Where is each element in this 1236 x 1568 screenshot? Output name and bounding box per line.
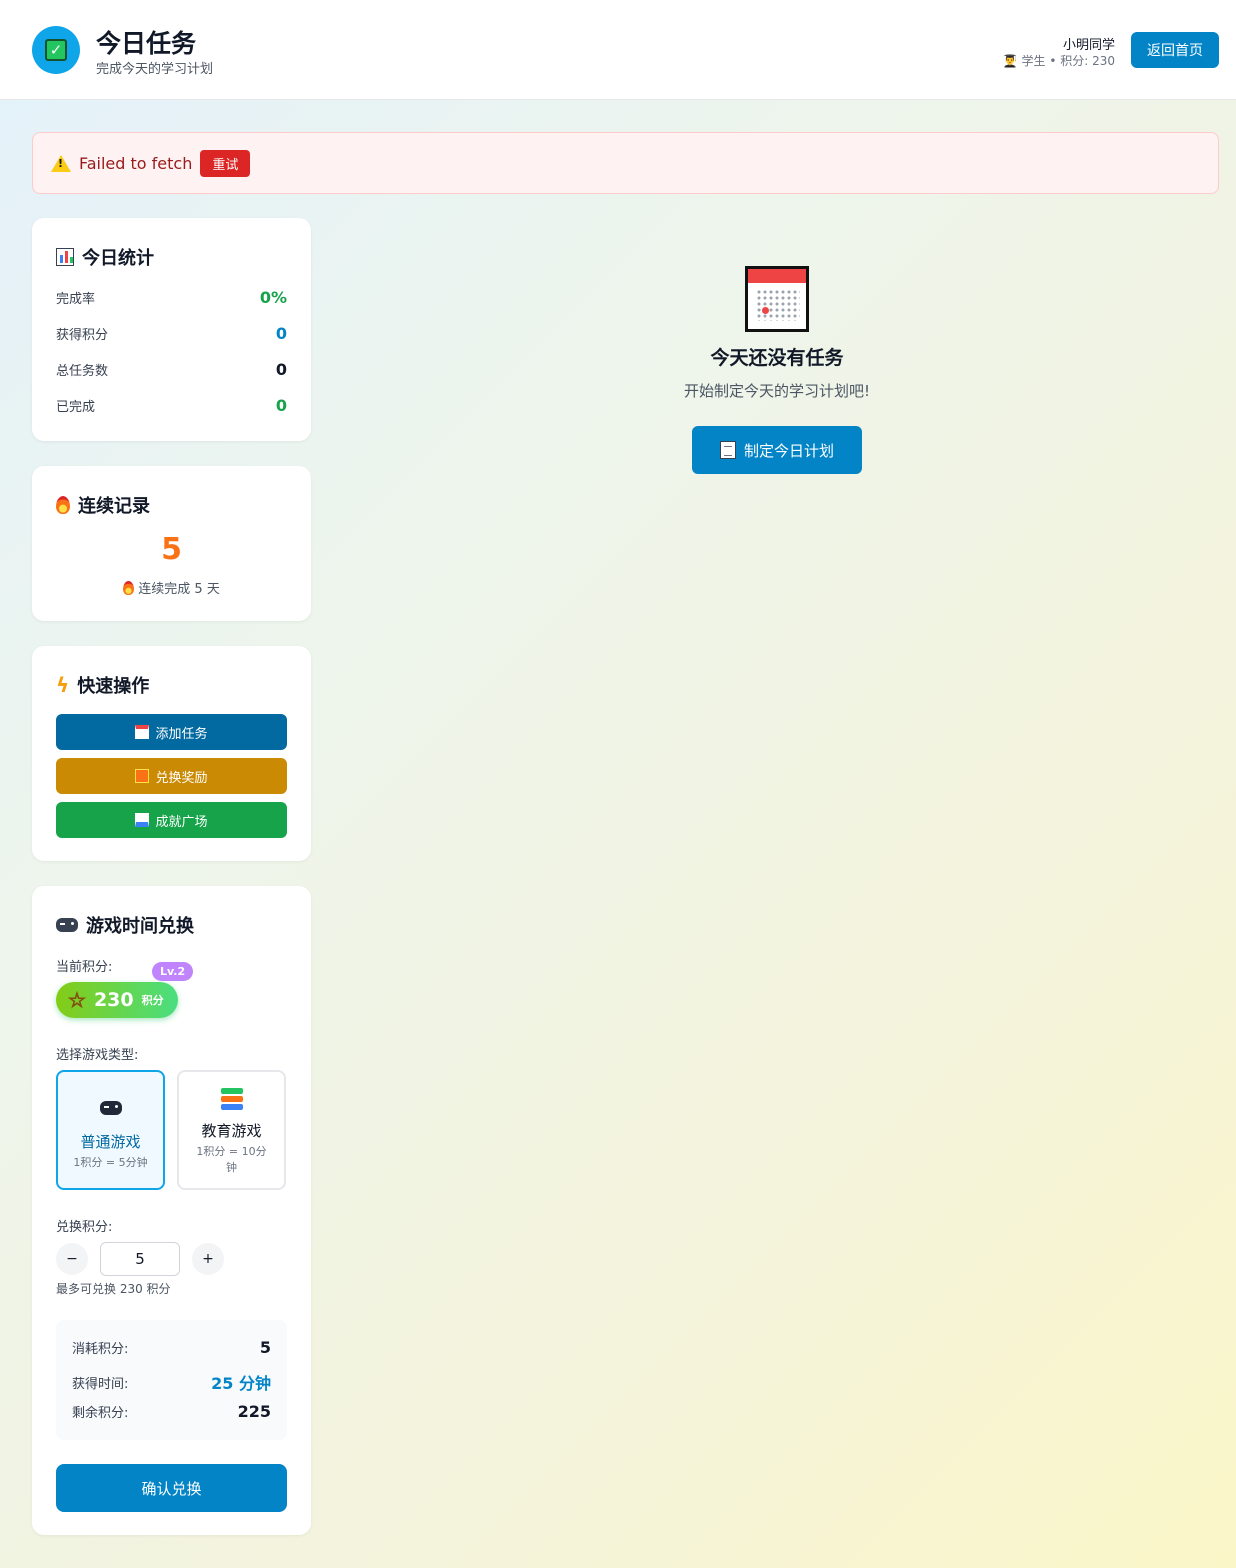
points-unit: 积分 [141,994,164,1007]
calendar-icon [745,266,809,332]
quick-actions-title-text: 快速操作 [77,676,150,697]
exchange-summary: 消耗积分: 5 获得时间: 25 分钟 剩余积分: 225 [56,1320,287,1440]
points-badge: ☆ 230 积分 [56,982,178,1018]
increment-button[interactable]: + [192,1243,224,1275]
stat-value: 0 [275,396,287,415]
stat-value: 0 [275,360,287,379]
gamepad-icon [56,918,78,932]
exchange-amount-input[interactable]: 5 [100,1242,180,1276]
summary-value: 225 [237,1402,271,1421]
streak-card: 连续记录 5 连续完成 5 天 [32,466,311,621]
game-exchange-title-text: 游戏时间兑换 [86,916,194,937]
quick-actions-card: ϟ 快速操作 添加任务 兑换奖励 成就广场 [32,646,311,861]
fire-icon [56,496,70,514]
game-exchange-card: 游戏时间兑换 当前积分: ☆ 230 积分 Lv.2 选择游戏类型: 普通游戏 … [32,886,311,1535]
current-points-label: 当前积分: [56,960,113,975]
page-title: 今日任务 [96,29,197,58]
page-subtitle: 完成今天的学习计划 [96,62,214,77]
stats-title: 今日统计 [56,244,154,270]
error-message: Failed to fetch [79,153,193,173]
stat-row: 完成率 0% [56,288,287,307]
app-logo: ✓ [32,26,80,74]
stats-card: 今日统计 完成率 0% 获得积分 0 总任务数 0 已完成 0 [32,218,311,441]
confirm-exchange-button[interactable]: 确认兑换 [56,1464,287,1512]
error-banner: Failed to fetch 重试 [32,132,1219,194]
game-type-rate: 1积分 = 10分钟 [196,1145,267,1174]
redeem-reward-label: 兑换奖励 [155,770,208,786]
stat-row: 已完成 0 [56,396,287,415]
add-task-label: 添加任务 [155,726,208,742]
summary-label: 剩余积分: [72,1406,129,1421]
redeem-reward-button[interactable]: 兑换奖励 [56,758,287,794]
game-type-name: 普通游戏 [80,1133,141,1151]
achievements-label: 成就广场 [155,814,208,830]
chart-icon [56,248,74,266]
streak-title-text: 连续记录 [78,496,150,517]
warning-icon [51,154,71,172]
stat-value: 0 [275,324,287,343]
game-type-educational[interactable]: 教育游戏 1积分 = 10分钟 [177,1070,286,1190]
stat-value: 0% [259,288,287,307]
stats-title-text: 今日统计 [82,248,154,269]
home-button[interactable]: 返回首页 [1131,32,1219,68]
memo-icon [719,441,736,459]
stat-label: 完成率 [56,292,96,307]
game-exchange-title: 游戏时间兑换 [56,912,194,938]
lightning-icon: ϟ [56,673,70,697]
make-plan-button[interactable]: 制定今日计划 [692,426,862,474]
fire-icon [123,581,135,595]
user-name: 小明同学 [1062,38,1115,53]
points-value: 230 [93,989,134,1011]
choose-type-label: 选择游戏类型: [56,1048,139,1063]
level-badge: Lv.2 [152,962,194,981]
summary-label: 获得时间: [72,1376,129,1392]
empty-state-title: 今天还没有任务 [710,347,844,369]
stat-row: 总任务数 0 [56,360,287,379]
app-header: ✓ 今日任务 完成今天的学习计划 小明同学 👨‍🎓 学生 • 积分: 230 返… [0,0,1236,100]
quick-actions-title: ϟ 快速操作 [56,672,149,698]
streak-text: 连续完成 5 天 [32,578,311,597]
stat-label: 已完成 [56,400,96,415]
stat-label: 总任务数 [56,364,109,379]
summary-row: 剩余积分: 225 [72,1402,271,1421]
game-type-rate: 1积分 = 5分钟 [73,1156,148,1169]
summary-row: 获得时间: 25 分钟 [72,1370,271,1394]
empty-state-subtitle: 开始制定今天的学习计划吧! [683,382,870,400]
streak-text-label: 连续完成 5 天 [138,582,220,597]
summary-value: 25 分钟 [211,1374,271,1393]
summary-value: 5 [259,1338,271,1357]
achievements-button[interactable]: 成就广场 [56,802,287,838]
summary-row: 消耗积分: 5 [72,1338,271,1357]
books-icon [179,1088,284,1114]
max-exchange-hint: 最多可兑换 230 积分 [56,1282,171,1296]
check-icon: ✓ [45,39,67,61]
retry-button[interactable]: 重试 [200,149,251,177]
game-type-name: 教育游戏 [201,1122,262,1140]
streak-count: 5 [161,532,182,567]
game-type-normal[interactable]: 普通游戏 1积分 = 5分钟 [56,1070,165,1190]
calendar-icon [135,725,150,739]
decrement-button[interactable]: − [56,1243,88,1275]
make-plan-label: 制定今日计划 [743,441,834,460]
user-meta: 👨‍🎓 学生 • 积分: 230 [1002,54,1115,68]
add-task-button[interactable]: 添加任务 [56,714,287,750]
stat-label: 获得积分 [56,328,109,343]
gift-icon [135,769,150,783]
streak-title: 连续记录 [56,492,150,518]
chart-icon [135,813,150,827]
exchange-points-label: 兑换积分: [56,1220,113,1235]
star-icon: ☆ [68,988,87,1013]
gamepad-icon [58,1100,163,1119]
summary-label: 消耗积分: [72,1342,129,1357]
stat-row: 获得积分 0 [56,324,287,343]
